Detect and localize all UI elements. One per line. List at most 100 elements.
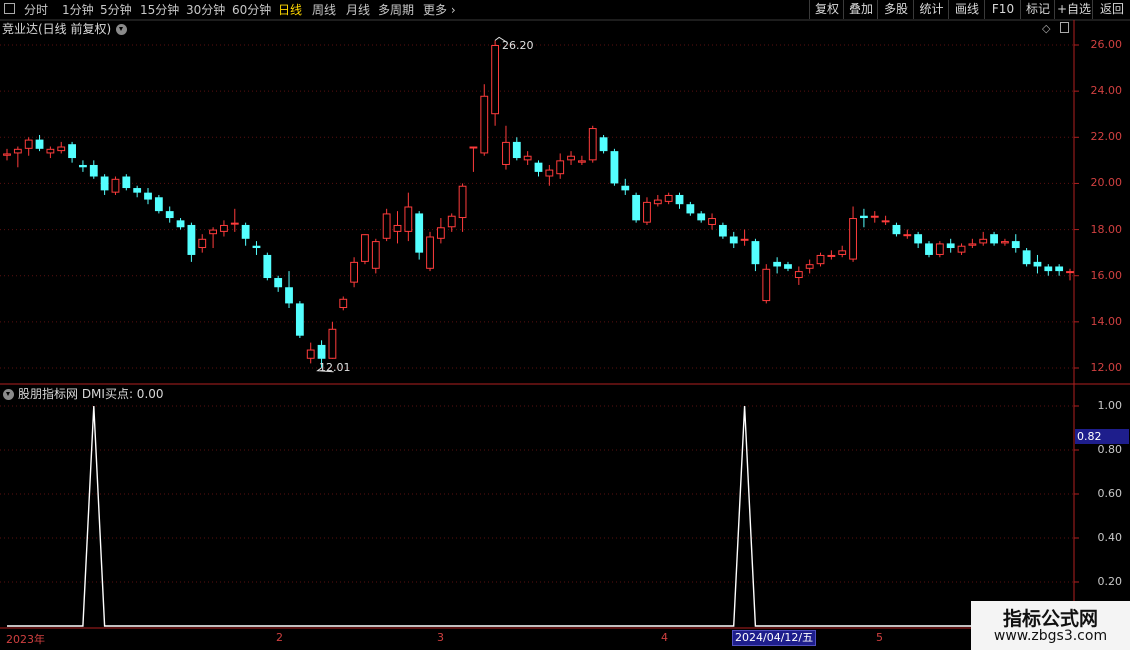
- candle-body: [979, 238, 988, 244]
- high-price-label: 26.20: [502, 39, 534, 52]
- candle-body: [849, 218, 857, 260]
- candle-body: [122, 176, 131, 189]
- candle-body: [415, 213, 424, 253]
- candle-body: [860, 215, 868, 219]
- candle-body: [556, 160, 565, 175]
- candle-body: [534, 162, 543, 172]
- candle-body: [816, 254, 825, 265]
- price-axis-label: 22.00: [1090, 130, 1123, 144]
- candle-body: [263, 254, 272, 279]
- candle-body: [285, 287, 293, 304]
- candle-body: [990, 234, 998, 244]
- kline-chart[interactable]: [0, 0, 1130, 650]
- candle-body: [686, 204, 695, 214]
- candle-body: [371, 241, 380, 269]
- candle-body: [632, 194, 641, 221]
- candle-body: [458, 185, 467, 219]
- candle-body: [230, 222, 239, 225]
- candle-body: [512, 141, 521, 159]
- indicator-axis-label: 0.20: [1097, 575, 1123, 588]
- candle-body: [144, 192, 152, 200]
- candle-body: [209, 229, 217, 235]
- candle-body: [382, 213, 391, 239]
- candle-body: [469, 146, 478, 149]
- candle-body: [436, 227, 445, 239]
- candle-body: [643, 201, 651, 223]
- x-label-2023: 2023年: [6, 633, 45, 646]
- candle-body: [740, 238, 749, 241]
- candle-body: [653, 199, 662, 205]
- candle-body: [805, 264, 814, 269]
- candle-body: [252, 245, 261, 249]
- price-axis-label: 24.00: [1090, 84, 1123, 98]
- price-axis-label: 20.00: [1090, 176, 1123, 190]
- candle-body: [914, 234, 923, 244]
- price-axis-label: 16.00: [1090, 268, 1123, 282]
- candle-body: [925, 243, 933, 255]
- candle-body: [718, 224, 727, 237]
- candle-body: [751, 241, 760, 265]
- candle-body: [35, 139, 44, 149]
- candle-body: [935, 243, 944, 255]
- candle-body: [502, 141, 510, 165]
- price-axis-label: 26.00: [1090, 38, 1123, 51]
- candle-body: [1022, 250, 1031, 265]
- candle-body: [447, 215, 456, 228]
- candle-body: [306, 349, 315, 359]
- candle-body: [784, 264, 792, 269]
- candle-body: [870, 215, 879, 218]
- candle-body: [1001, 241, 1009, 244]
- indicator-axis-label: 0.40: [1097, 531, 1123, 544]
- x-label-apr: 4: [661, 631, 668, 644]
- candle-body: [350, 261, 359, 283]
- candle-body: [241, 224, 250, 239]
- candle-body: [968, 243, 977, 246]
- candle-body: [480, 95, 489, 154]
- candle-body: [317, 344, 326, 359]
- cursor-value-badge: 0.82: [1075, 429, 1129, 444]
- candle-body: [838, 250, 847, 255]
- candle-body: [274, 278, 283, 288]
- price-axis-label: 18.00: [1090, 222, 1123, 236]
- candle-body: [892, 224, 901, 235]
- candle-body: [111, 178, 120, 193]
- candle-body: [361, 234, 369, 262]
- candle-body: [588, 128, 597, 161]
- watermark-logo: 指标公式网 www.zbgs3.com: [971, 601, 1130, 650]
- candle-body: [773, 261, 782, 267]
- price-axis-label: 14.00: [1090, 314, 1123, 328]
- candle-body: [404, 206, 413, 232]
- indicator-axis-label: 0.60: [1097, 487, 1123, 500]
- candle-body: [491, 45, 500, 115]
- candle-body: [697, 213, 706, 221]
- candle-body: [154, 197, 163, 212]
- candle-body: [3, 153, 11, 156]
- candle-body: [610, 151, 619, 184]
- candle-body: [89, 164, 98, 177]
- low-price-label: 12.01: [319, 361, 351, 374]
- candle-body: [545, 169, 554, 177]
- candle-body: [13, 148, 22, 154]
- candle-body: [68, 144, 76, 159]
- candle-body: [794, 271, 803, 279]
- indicator-axis-label: 1.00: [1097, 399, 1123, 412]
- candle-body: [1033, 261, 1042, 267]
- x-label-mar: 3: [437, 631, 444, 644]
- x-label-may: 5: [876, 631, 883, 644]
- candle-body: [46, 148, 55, 154]
- candle-body: [339, 298, 348, 309]
- candle-body: [675, 194, 684, 205]
- price-axis-label: 12.00: [1090, 361, 1123, 374]
- candle-body: [198, 238, 207, 249]
- candle-body: [523, 155, 532, 161]
- candle-body: [621, 185, 630, 191]
- candle-body: [426, 236, 434, 269]
- watermark-title: 指标公式网: [1002, 608, 1098, 630]
- candle-body: [1044, 266, 1053, 272]
- candle-body: [664, 194, 673, 202]
- candle-body: [57, 146, 66, 152]
- candle-body: [708, 218, 716, 225]
- candle-body: [187, 224, 196, 255]
- candle-body: [176, 220, 185, 228]
- candle-body: [957, 245, 966, 253]
